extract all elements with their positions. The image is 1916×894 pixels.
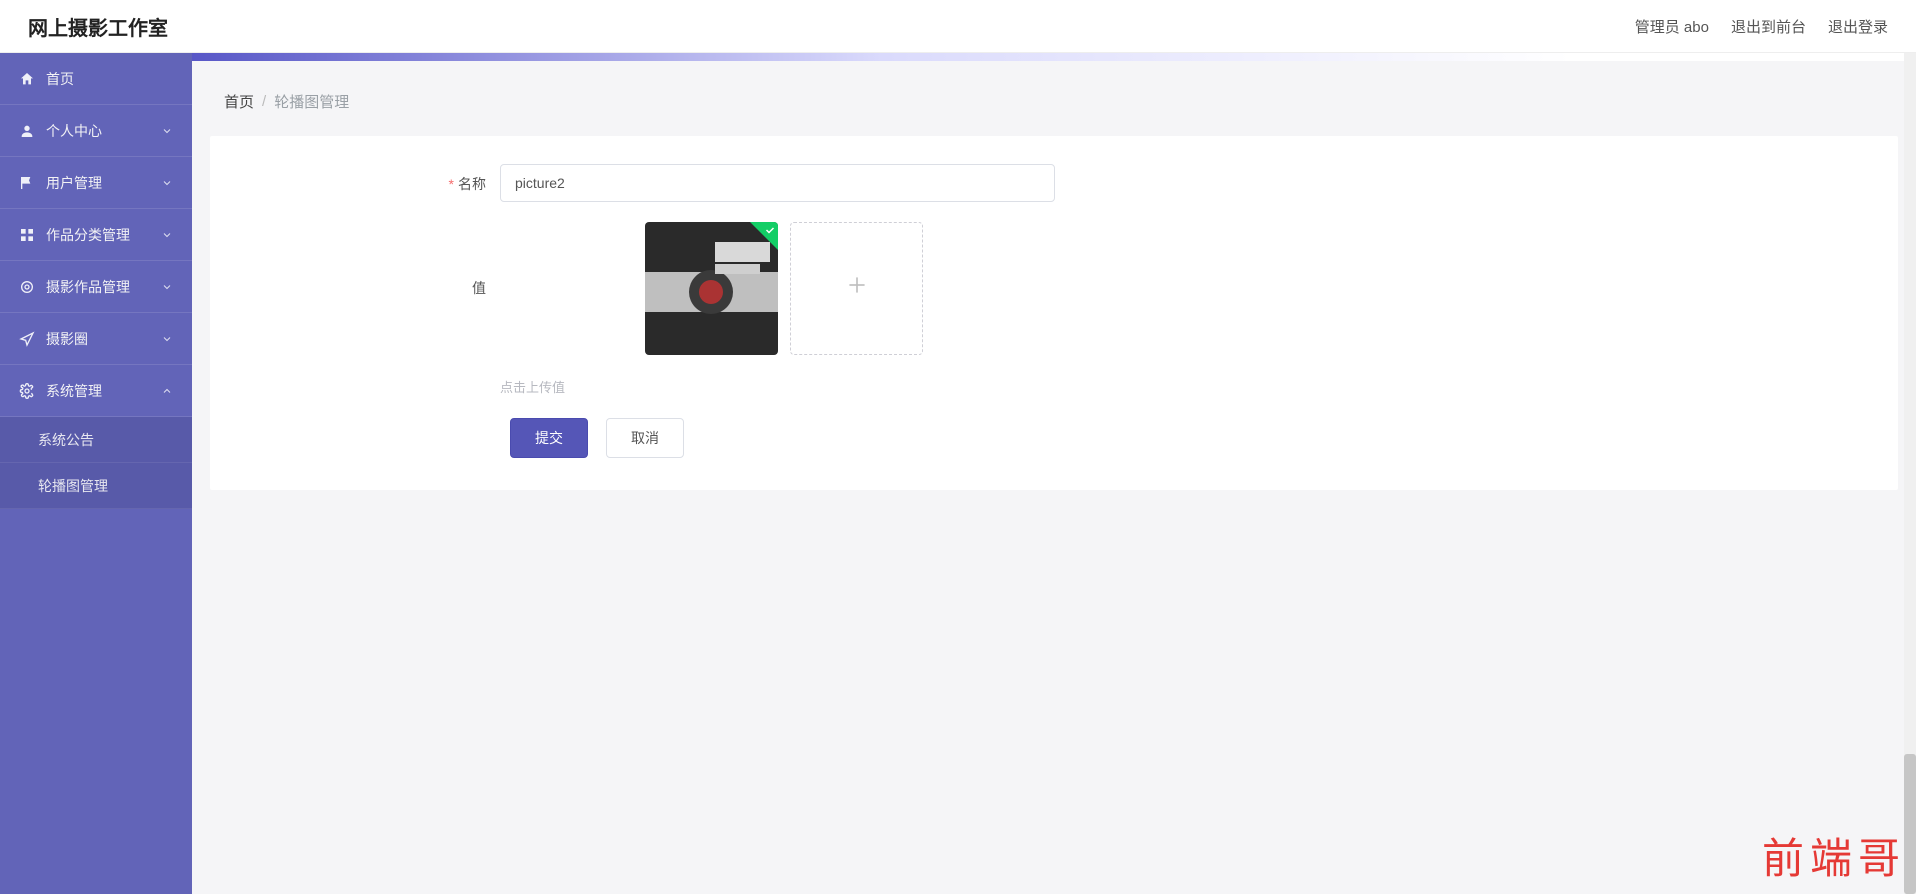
form-row-value: 值 — [210, 220, 1898, 355]
scrollbar-thumb[interactable] — [1904, 754, 1916, 894]
form-card: *名称 值 — [210, 136, 1898, 490]
logout-link[interactable]: 退出登录 — [1828, 16, 1888, 37]
admin-link[interactable]: 管理员 abo — [1635, 16, 1709, 37]
value-label: 值 — [210, 220, 500, 298]
submit-button[interactable]: 提交 — [510, 418, 588, 458]
chevron-down-icon — [160, 228, 174, 242]
sidebar-submenu: 系统公告 轮播图管理 — [0, 417, 192, 509]
breadcrumb-current: 轮播图管理 — [274, 91, 349, 112]
header-links: 管理员 abo 退出到前台 退出登录 — [1635, 16, 1888, 37]
home-icon — [18, 70, 36, 88]
to-front-link[interactable]: 退出到前台 — [1731, 16, 1806, 37]
flag-icon — [18, 174, 36, 192]
button-row: 提交 取消 — [210, 418, 1898, 458]
sidebar-item-circle[interactable]: 摄影圈 — [0, 313, 192, 365]
chevron-down-icon — [160, 176, 174, 190]
check-icon — [764, 224, 776, 239]
sidebar-item-label: 摄影作品管理 — [46, 277, 160, 297]
scrollbar-track[interactable] — [1904, 53, 1916, 894]
chevron-down-icon — [160, 332, 174, 346]
upload-area — [500, 220, 1858, 355]
breadcrumb-home[interactable]: 首页 — [224, 91, 254, 112]
form-row-name: *名称 — [210, 164, 1898, 202]
sidebar-item-users[interactable]: 用户管理 — [0, 157, 192, 209]
uploaded-thumbnail[interactable] — [645, 222, 778, 355]
grid-icon — [18, 226, 36, 244]
sidebar-fill — [0, 509, 192, 894]
sidebar-item-home[interactable]: 首页 — [0, 53, 192, 105]
main: 首页 / 轮播图管理 *名称 值 — [192, 53, 1916, 894]
name-label-text: 名称 — [458, 176, 486, 192]
target-icon — [18, 278, 36, 296]
header: 网上摄影工作室 管理员 abo 退出到前台 退出登录 — [0, 0, 1916, 53]
chevron-down-icon — [160, 124, 174, 138]
plus-icon — [844, 272, 870, 305]
nav-icon — [18, 330, 36, 348]
cancel-button[interactable]: 取消 — [606, 418, 684, 458]
submenu-item-carousel[interactable]: 轮播图管理 — [0, 463, 192, 509]
sidebar: 首页 个人中心 用户管理 作品分类管理 — [0, 53, 192, 894]
sidebar-item-label: 摄影圈 — [46, 329, 160, 349]
submenu-item-notice[interactable]: 系统公告 — [0, 417, 192, 463]
required-mark: * — [449, 176, 454, 192]
upload-hint: 点击上传值 — [500, 373, 1858, 396]
sidebar-item-label: 个人中心 — [46, 121, 160, 141]
name-label: *名称 — [210, 164, 500, 194]
gear-icon — [18, 382, 36, 400]
hint-spacer — [210, 373, 500, 383]
sidebar-item-category[interactable]: 作品分类管理 — [0, 209, 192, 261]
sidebar-item-label: 系统管理 — [46, 381, 160, 401]
upload-add-button[interactable] — [790, 222, 923, 355]
form-row-hint: 点击上传值 — [210, 373, 1898, 396]
sidebar-item-system[interactable]: 系统管理 — [0, 365, 192, 417]
chevron-up-icon — [160, 384, 174, 398]
sidebar-item-works[interactable]: 摄影作品管理 — [0, 261, 192, 313]
chevron-down-icon — [160, 280, 174, 294]
watermark: 前端哥 — [1762, 825, 1906, 886]
name-input[interactable] — [500, 164, 1055, 202]
sidebar-item-profile[interactable]: 个人中心 — [0, 105, 192, 157]
gradient-strip — [192, 53, 1916, 61]
sidebar-item-label: 首页 — [46, 69, 174, 89]
logo: 网上摄影工作室 — [28, 12, 168, 41]
breadcrumb: 首页 / 轮播图管理 — [192, 61, 1916, 136]
breadcrumb-sep: / — [262, 93, 266, 110]
sidebar-item-label: 用户管理 — [46, 173, 160, 193]
person-icon — [18, 122, 36, 140]
value-label-text: 值 — [472, 280, 486, 296]
sidebar-item-label: 作品分类管理 — [46, 225, 160, 245]
